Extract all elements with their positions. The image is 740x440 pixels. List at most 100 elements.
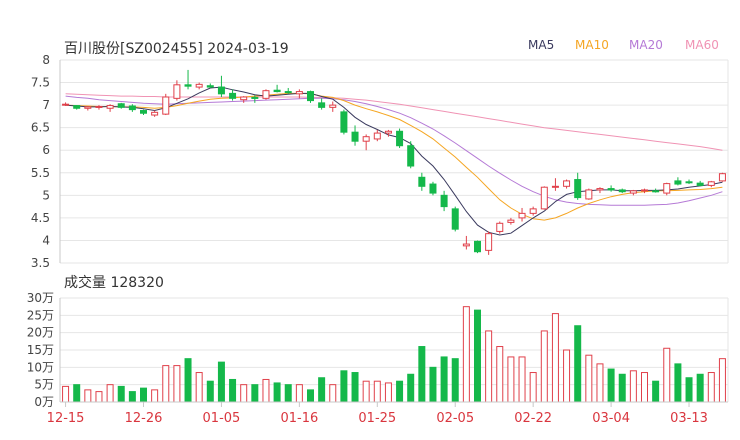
candle-body xyxy=(485,233,493,251)
volume-tick-label: 15万 xyxy=(27,343,54,357)
candle-body xyxy=(540,186,548,210)
x-tick-label: 01-16 xyxy=(280,411,318,426)
volume-bar xyxy=(140,387,147,403)
x-tick-label: 12-15 xyxy=(47,411,85,426)
volume-bar xyxy=(62,385,70,403)
volume-bar xyxy=(106,384,114,403)
volume-bar xyxy=(362,380,370,403)
volume-bar xyxy=(217,361,225,403)
candle-body xyxy=(685,181,693,184)
volume-bar xyxy=(84,389,92,403)
volume-tick-label: 5万 xyxy=(34,378,54,392)
volume-bar xyxy=(229,378,237,403)
volume-bar xyxy=(295,384,303,403)
candle-body xyxy=(195,83,203,88)
volume-bar xyxy=(663,347,671,403)
candle-body xyxy=(696,182,704,186)
volume-bar xyxy=(485,330,493,403)
volume-bar xyxy=(618,373,626,403)
candle-body xyxy=(641,189,648,192)
price-tick-label: 4 xyxy=(42,233,50,247)
candle-body xyxy=(652,190,660,193)
candle-body xyxy=(585,189,593,200)
price-tick-label: 4.5 xyxy=(31,211,50,225)
candle-body xyxy=(329,104,337,108)
x-tick-label: 02-05 xyxy=(436,411,474,426)
volume-bar xyxy=(340,370,348,403)
volume-tick-label: 0万 xyxy=(34,395,54,409)
candle-body xyxy=(251,96,259,99)
volume-bar xyxy=(128,391,136,403)
candle-body xyxy=(384,130,392,134)
candle-body xyxy=(262,90,270,99)
candle-body xyxy=(429,183,437,194)
candle-body xyxy=(629,190,637,194)
price-tick-label: 5.5 xyxy=(31,166,50,180)
candle-body xyxy=(307,91,314,102)
volume-bar xyxy=(396,380,404,403)
volume-bar xyxy=(629,370,637,403)
volume-bar xyxy=(596,363,604,403)
candle-body xyxy=(73,105,81,109)
candle-body xyxy=(284,91,292,94)
volume-bar xyxy=(318,377,326,403)
candle-body xyxy=(295,91,303,95)
candle-body xyxy=(474,240,481,253)
volume-bar xyxy=(184,358,192,403)
volume-bar xyxy=(718,358,726,403)
candle-body xyxy=(151,111,159,116)
volume-bar xyxy=(496,346,504,403)
volume-bar xyxy=(407,373,415,403)
volume-bar xyxy=(696,373,704,403)
candle-body xyxy=(140,110,147,114)
volume-bar xyxy=(652,380,660,403)
candle-body xyxy=(551,185,559,188)
candle-body xyxy=(674,180,682,185)
volume-bar xyxy=(329,384,337,403)
candle-body xyxy=(451,208,459,230)
candle-body xyxy=(117,103,125,108)
volume-bar xyxy=(529,372,537,403)
candle-body xyxy=(217,86,225,95)
candle-body xyxy=(563,180,571,187)
x-tick-label: 03-04 xyxy=(592,411,630,426)
price-tick-label: 6.5 xyxy=(31,121,50,135)
volume-bar xyxy=(351,372,359,403)
x-tick-label: 01-25 xyxy=(358,411,396,426)
volume-tick-label: 10万 xyxy=(27,360,54,374)
volume-bar xyxy=(540,330,548,403)
volume-bar xyxy=(551,313,559,403)
candle-body xyxy=(607,188,615,191)
volume-bar xyxy=(707,372,715,403)
candle-body xyxy=(518,212,526,219)
candle-body xyxy=(574,179,582,199)
candle-body xyxy=(162,96,170,115)
volume-bar xyxy=(195,372,203,403)
volume-bar xyxy=(674,363,682,403)
candle-body xyxy=(106,105,114,109)
volume-bar xyxy=(262,378,270,403)
volume-bar xyxy=(173,365,181,403)
volume-bar xyxy=(384,382,392,403)
candle-body xyxy=(128,105,136,111)
candle-body xyxy=(396,130,404,147)
candle-body xyxy=(407,145,415,167)
candle-body xyxy=(529,208,537,214)
x-tick-label: 02-22 xyxy=(514,411,552,426)
volume-tick-label: 30万 xyxy=(27,291,54,305)
volume-bar xyxy=(429,366,437,403)
volume-bar xyxy=(73,384,81,403)
volume-bar xyxy=(284,384,292,403)
volume-bar xyxy=(307,389,314,403)
volume-bar xyxy=(641,372,648,403)
candle-body xyxy=(362,136,370,142)
price-tick-label: 7.5 xyxy=(31,76,50,90)
candle-body xyxy=(496,222,504,232)
volume-bar xyxy=(251,384,259,403)
candle-body xyxy=(418,176,426,187)
candle-body xyxy=(718,173,726,182)
volume-bar xyxy=(474,309,481,403)
volume-bar xyxy=(507,356,515,403)
volume-bar xyxy=(440,356,448,403)
candle-body xyxy=(663,183,671,194)
